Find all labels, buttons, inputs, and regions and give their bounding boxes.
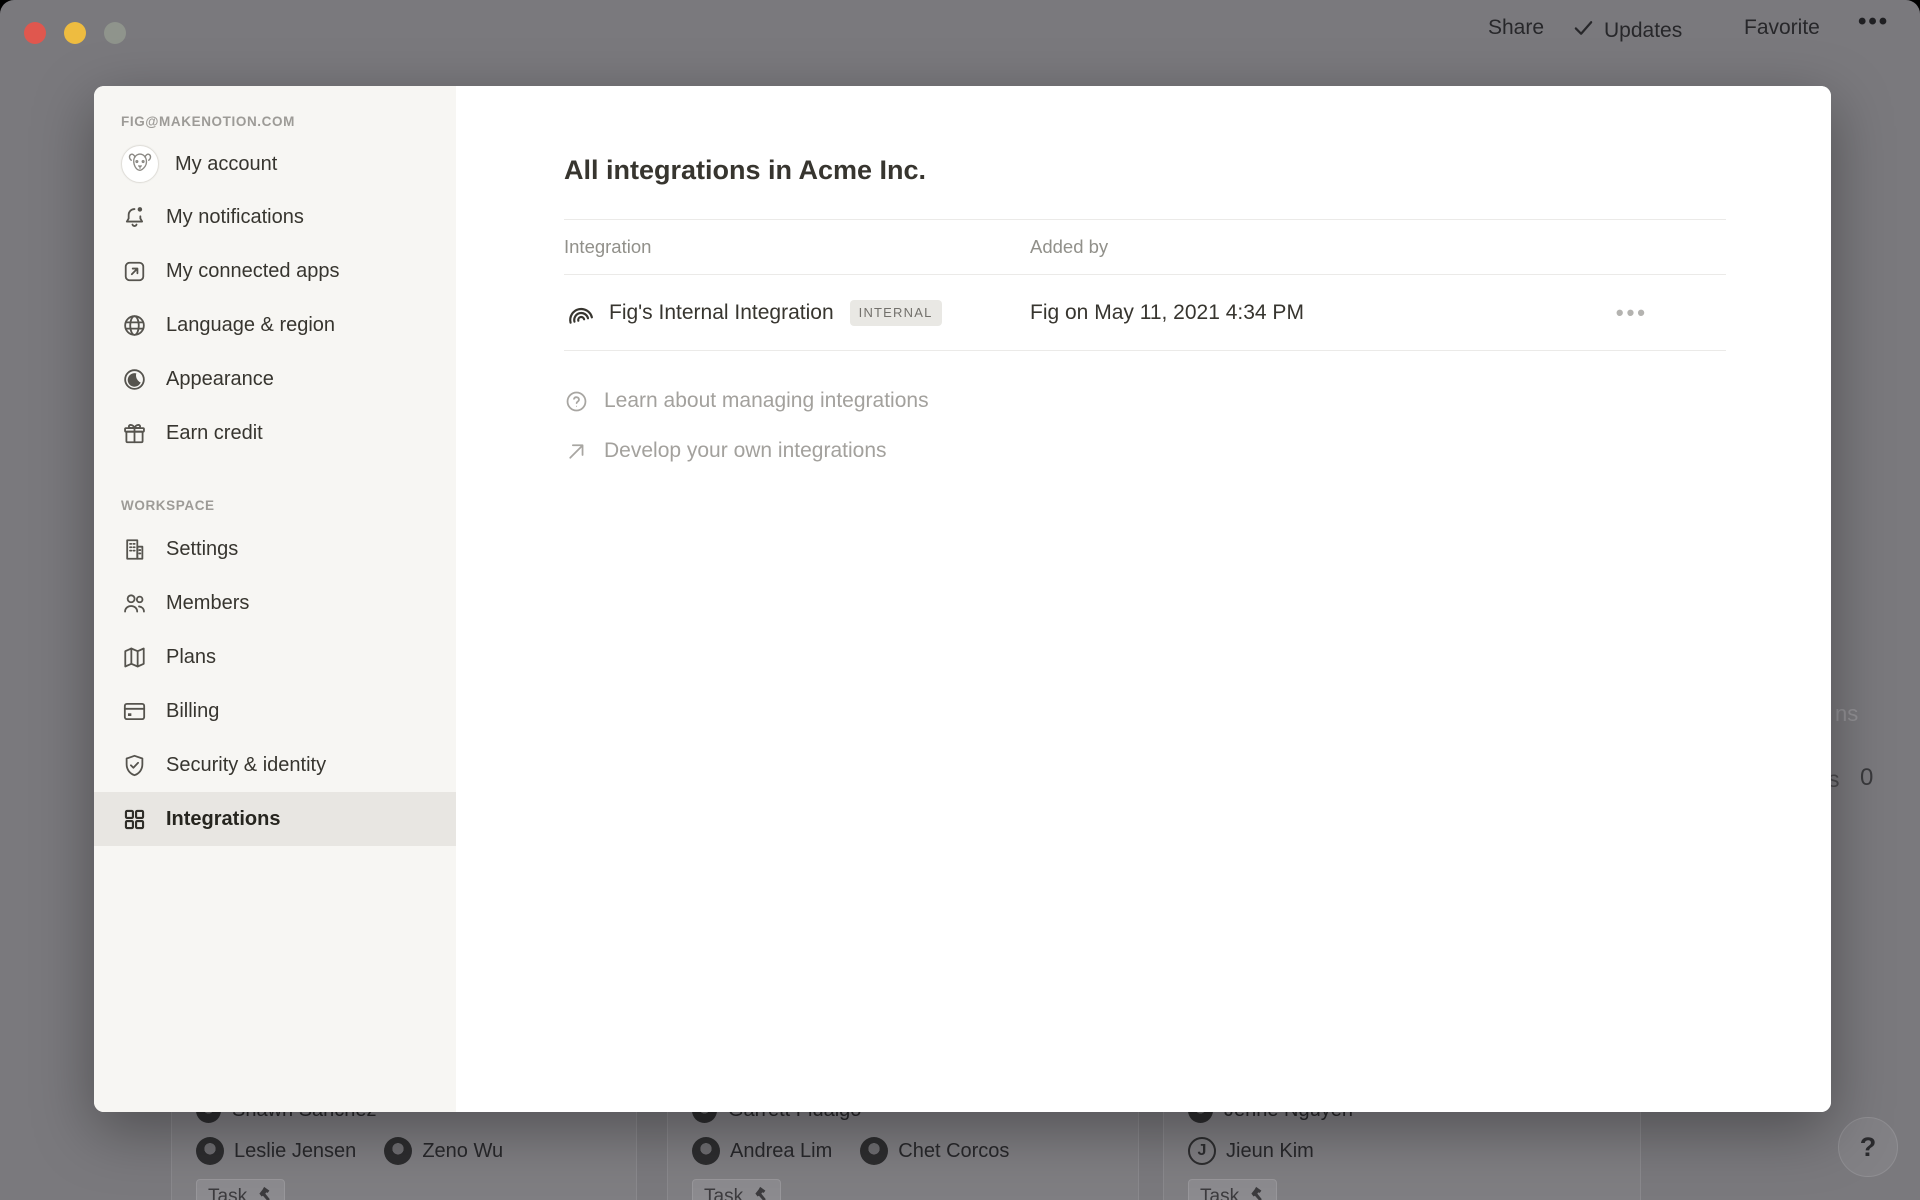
sidebar-item-earn-credit[interactable]: Earn credit <box>94 406 456 460</box>
avatar <box>692 1137 720 1165</box>
close-window-button[interactable] <box>24 22 46 44</box>
app-window: Share Updates Favorite ••• Shawn Sanchez… <box>0 0 1920 1200</box>
sidebar-item-my-account[interactable]: My account <box>94 138 456 190</box>
sidebar-item-settings[interactable]: Settings <box>94 522 456 576</box>
hammer-icon <box>1246 1185 1264 1200</box>
person: Andrea Lim <box>692 1137 832 1165</box>
row-more-menu-icon[interactable]: ••• <box>1616 300 1648 326</box>
task-chip: Task <box>1188 1179 1277 1200</box>
person: Chet Corcos <box>860 1137 1009 1165</box>
favorite-button[interactable]: Favorite <box>1744 16 1820 40</box>
sidebar-item-my-notifications[interactable]: My notifications <box>94 190 456 244</box>
people-icon <box>121 590 148 617</box>
clipped-count-value: 0 <box>1860 764 1873 792</box>
sidebar-item-label: Settings <box>166 538 238 561</box>
sidebar-item-label: My account <box>175 153 277 176</box>
arrow-up-right-icon <box>564 439 589 464</box>
page-title: All integrations in Acme Inc. <box>564 155 1831 188</box>
avatar-initial-j: J <box>1188 1137 1216 1165</box>
map-icon <box>121 644 148 671</box>
shield-check-icon <box>121 752 148 779</box>
column-header-added-by: Added by <box>1030 236 1108 258</box>
credit-card-icon <box>121 698 148 725</box>
sidebar-item-label: Plans <box>166 646 216 669</box>
clipped-text-fragment: ns <box>1835 701 1858 727</box>
moon-circle-icon <box>121 366 148 393</box>
fig-avatar-icon <box>121 145 159 183</box>
sidebar-item-label: Billing <box>166 700 219 723</box>
bell-icon <box>121 204 148 231</box>
workspace-section-label: WORKSPACE <box>121 494 456 516</box>
rainbow-arcs-icon <box>564 295 595 331</box>
hammer-icon <box>750 1185 768 1200</box>
help-circle-icon <box>564 389 589 414</box>
sidebar-item-billing[interactable]: Billing <box>94 684 456 738</box>
table-header-row: Integration Added by <box>564 219 1726 275</box>
learn-integrations-link[interactable]: Learn about managing integrations <box>564 376 1831 426</box>
person: Zeno Wu <box>384 1137 503 1165</box>
sidebar-item-label: Integrations <box>166 808 280 831</box>
globe-icon <box>121 312 148 339</box>
sidebar-item-members[interactable]: Members <box>94 576 456 630</box>
sidebar-item-plans[interactable]: Plans <box>94 630 456 684</box>
integrations-table: Integration Added by <box>564 219 1726 351</box>
sidebar-item-appearance[interactable]: Appearance <box>94 352 456 406</box>
avatar <box>860 1137 888 1165</box>
task-chip: Task <box>196 1179 285 1200</box>
sidebar-item-label: Members <box>166 592 249 615</box>
share-button[interactable]: Share <box>1488 16 1544 40</box>
column-header-integration: Integration <box>564 236 1030 258</box>
internal-badge: INTERNAL <box>850 300 942 326</box>
zoom-window-button[interactable] <box>104 22 126 44</box>
task-chip: Task <box>692 1179 781 1200</box>
develop-integrations-link[interactable]: Develop your own integrations <box>564 426 1831 476</box>
grid-icon <box>121 806 148 833</box>
sidebar-item-label: Language & region <box>166 314 335 337</box>
table-row[interactable]: Fig's Internal Integration INTERNAL Fig … <box>564 275 1726 351</box>
sidebar-item-label: My notifications <box>166 206 304 229</box>
added-by-value: Fig on May 11, 2021 4:34 PM <box>1030 301 1304 325</box>
sidebar-item-label: Earn credit <box>166 422 263 445</box>
person: J Jieun Kim <box>1188 1137 1314 1165</box>
sidebar-item-language-region[interactable]: Language & region <box>94 298 456 352</box>
sidebar-item-security-identity[interactable]: Security & identity <box>94 738 456 792</box>
settings-sidebar: FIG@MAKENOTION.COM My account <box>94 86 456 1112</box>
updates-button[interactable]: Updates <box>1572 16 1682 45</box>
minimize-window-button[interactable] <box>64 22 86 44</box>
building-icon <box>121 536 148 563</box>
sidebar-item-label: Appearance <box>166 368 274 391</box>
link-label: Learn about managing integrations <box>604 389 929 413</box>
integrations-panel: All integrations in Acme Inc. Integratio… <box>456 86 1831 1112</box>
avatar <box>384 1137 412 1165</box>
window-titlebar: Share Updates Favorite ••• <box>0 0 1920 56</box>
check-icon <box>1572 16 1595 45</box>
sidebar-item-my-connected-apps[interactable]: My connected apps <box>94 244 456 298</box>
help-links: Learn about managing integrations Develo… <box>564 376 1831 476</box>
person: Leslie Jensen <box>196 1137 356 1165</box>
gift-icon <box>121 420 148 447</box>
integration-name-cell: Fig's Internal Integration INTERNAL <box>564 295 1030 331</box>
sidebar-item-label: Security & identity <box>166 754 326 777</box>
help-button[interactable]: ? <box>1838 1117 1898 1177</box>
arrow-out-square-icon <box>121 258 148 285</box>
sidebar-item-label: My connected apps <box>166 260 339 283</box>
more-menu-icon[interactable]: ••• <box>1858 8 1889 36</box>
avatar <box>196 1137 224 1165</box>
settings-modal: FIG@MAKENOTION.COM My account <box>94 86 1831 1112</box>
integration-name: Fig's Internal Integration <box>609 301 834 325</box>
link-label: Develop your own integrations <box>604 439 887 463</box>
sidebar-item-integrations[interactable]: Integrations <box>94 792 456 846</box>
account-email-label: FIG@MAKENOTION.COM <box>121 110 456 132</box>
hammer-icon <box>254 1185 272 1200</box>
screen: Share Updates Favorite ••• Shawn Sanchez… <box>0 0 1920 1200</box>
